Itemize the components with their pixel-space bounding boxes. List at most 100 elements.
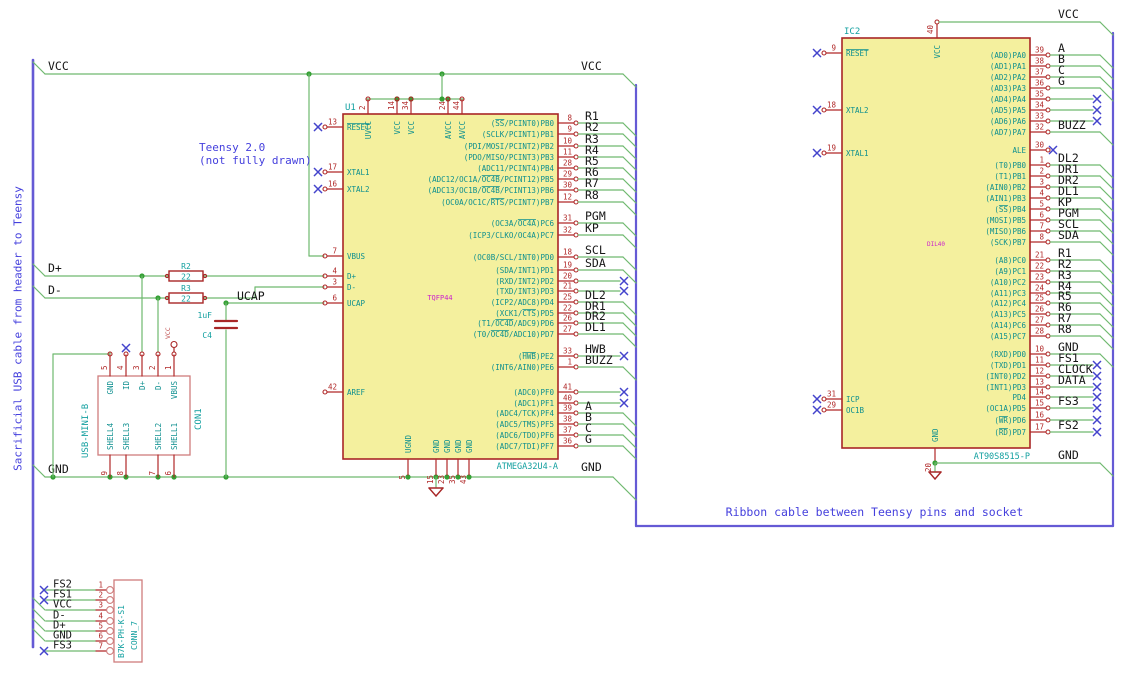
net-label-sda[interactable]: SDA (585, 256, 606, 270)
no-connect-icon (812, 48, 822, 58)
pin-number: 9 (831, 44, 836, 53)
net-label-gnd[interactable]: GND (48, 462, 69, 476)
wire (622, 322, 637, 337)
wire (622, 189, 637, 204)
wire (622, 301, 637, 316)
pin-name: (T1)PB1 (994, 172, 1026, 181)
no-connect-icon (1092, 415, 1102, 425)
pin-name: ICP (846, 395, 860, 404)
wire (622, 312, 637, 327)
pin-number: 6 (1039, 211, 1044, 220)
ic2-package: DIL40 (927, 241, 945, 248)
pin-number: 44 (452, 100, 461, 110)
no-connect-icon (1092, 116, 1102, 126)
pin-number: 23 (437, 475, 446, 484)
pin-number: 1 (1039, 156, 1044, 165)
net-label-data[interactable]: DATA (1058, 373, 1086, 387)
capacitor-c4[interactable]: 1uF C4 (198, 311, 239, 340)
net-label-fs2[interactable]: FS2 (1058, 418, 1079, 432)
net-label-dl1[interactable]: DL1 (585, 320, 606, 334)
net-label-dplus[interactable]: D+ (48, 261, 62, 275)
pin-number: 34 (401, 100, 410, 110)
pin-number: 34 (1035, 101, 1045, 110)
resistor-r2-ref: R2 (181, 262, 191, 271)
net-label-ucap[interactable]: UCAP (237, 289, 265, 303)
wire (1099, 87, 1114, 102)
net-label-gnd[interactable]: GND (1058, 448, 1079, 462)
pin-name: SHELL2 (154, 423, 163, 450)
pin-number: 3 (98, 601, 103, 610)
pin-name: (SDA/INT1)PD1 (495, 266, 554, 275)
wire (1099, 208, 1114, 223)
pin-number: 25 (563, 293, 572, 302)
usb-connector[interactable]: USB-MINI-B CON1 5 GND 4 ID 3 D+ 2 D- 1 VBUS 9 SHELL4 8… (81, 343, 204, 478)
pin-number: 9 (567, 125, 572, 134)
net-label-scl[interactable]: SCL (585, 243, 606, 257)
schematic-canvas: VCC VCC GND GND D+ D- UCAP 1uF C4 R2 22 R3 22 U1 ATMEG… (0, 0, 1131, 690)
pin-name: (SS)PB4 (994, 205, 1026, 214)
net-label-vcc[interactable]: VCC (48, 59, 69, 73)
pin-number: 7 (332, 247, 337, 256)
net-label-r8[interactable]: R8 (1058, 322, 1072, 336)
pin-number: 32 (563, 226, 572, 235)
pin-name: SHELL4 (106, 422, 115, 450)
resistor-r2[interactable]: R222 (164, 262, 208, 282)
wire (1099, 281, 1114, 296)
resistor-r3[interactable]: R322 (164, 284, 208, 304)
pin-name: (PDO/MISO/PCINT3)PB3 (464, 153, 554, 162)
pin-name: SHELL1 (170, 423, 179, 450)
pin-name: (RXD)PD0 (990, 350, 1027, 359)
pin-name: (A8)PC0 (994, 256, 1026, 265)
net-FS2: FS2 (1049, 418, 1102, 437)
pin-number: 8 (567, 114, 572, 123)
pin-number: 19 (563, 261, 572, 270)
pin-name: XTAL1 (347, 168, 370, 177)
vcc-power-symbol: VCC (164, 327, 178, 353)
net-label-r8[interactable]: R8 (585, 188, 599, 202)
pin-name: VBUS (347, 252, 366, 261)
pin-number: 1 (164, 365, 173, 370)
no-connect-icon (1092, 427, 1102, 437)
pin-number: 24 (438, 100, 447, 110)
u1-chip[interactable]: U1ATMEGA32U4-ATQFP4413RESET17XTAL116XTAL… (313, 96, 579, 484)
net-label-kp[interactable]: KP (585, 221, 599, 235)
pin-number: 21 (1035, 251, 1044, 260)
net-label-gnd[interactable]: GND (581, 460, 602, 474)
net-label-fs3[interactable]: FS3 (1058, 394, 1079, 408)
pin-number: 6 (164, 471, 173, 476)
comment-ribbon-cable: Ribbon cable between Teensy pins and soc… (725, 505, 1024, 519)
net-label-dminus[interactable]: D- (48, 283, 62, 297)
net-label-fs3[interactable]: FS3 (53, 640, 72, 652)
net-SDA: SDA (577, 256, 637, 284)
net-label-g[interactable]: G (585, 432, 592, 446)
net-label-g[interactable]: G (1058, 74, 1065, 88)
ic2-ref: IC2 (844, 27, 860, 37)
junction-dot (439, 96, 445, 102)
net-label-buzz[interactable]: BUZZ (585, 353, 613, 367)
pin-name: UCAP (347, 299, 366, 308)
pin-name: (AD0)PA0 (990, 51, 1027, 60)
pin-number: 14 (387, 100, 396, 110)
ic2-chip[interactable]: IC2AT90S8515-PDIL409RESET18XTAL219XTAL13… (812, 27, 1051, 462)
wire (622, 133, 637, 148)
gnd-symbol (428, 487, 437, 497)
pad-circle (106, 637, 114, 645)
pin-name: (OC0B/SCL/INT0)PD0 (473, 253, 555, 262)
wire (622, 178, 637, 193)
no-connect-icon (313, 122, 323, 132)
pin-name: (WR)PD6 (994, 416, 1026, 425)
pin-name: (AD4)PA4 (990, 95, 1027, 104)
pin-number: 3 (332, 278, 337, 287)
no-connect-icon (1092, 403, 1102, 413)
wire (1099, 54, 1114, 69)
net-pin41 (577, 387, 629, 397)
net-label-vcc[interactable]: VCC (581, 59, 602, 73)
net-label-vcc[interactable]: VCC (1058, 7, 1079, 21)
pin-name: GND (931, 428, 940, 442)
pin-name: (HWB)PE2 (518, 352, 554, 361)
net-label-buzz[interactable]: BUZZ (1058, 118, 1086, 132)
conn7-connector[interactable]: B7K-PH-K-S1 CONN_71FS22FS13VCC4D-5D+6GND7… (32, 579, 143, 663)
pin-name: (OC1A)PD5 (985, 404, 1026, 413)
net-label-sda[interactable]: SDA (1058, 228, 1079, 242)
wire (32, 608, 46, 622)
